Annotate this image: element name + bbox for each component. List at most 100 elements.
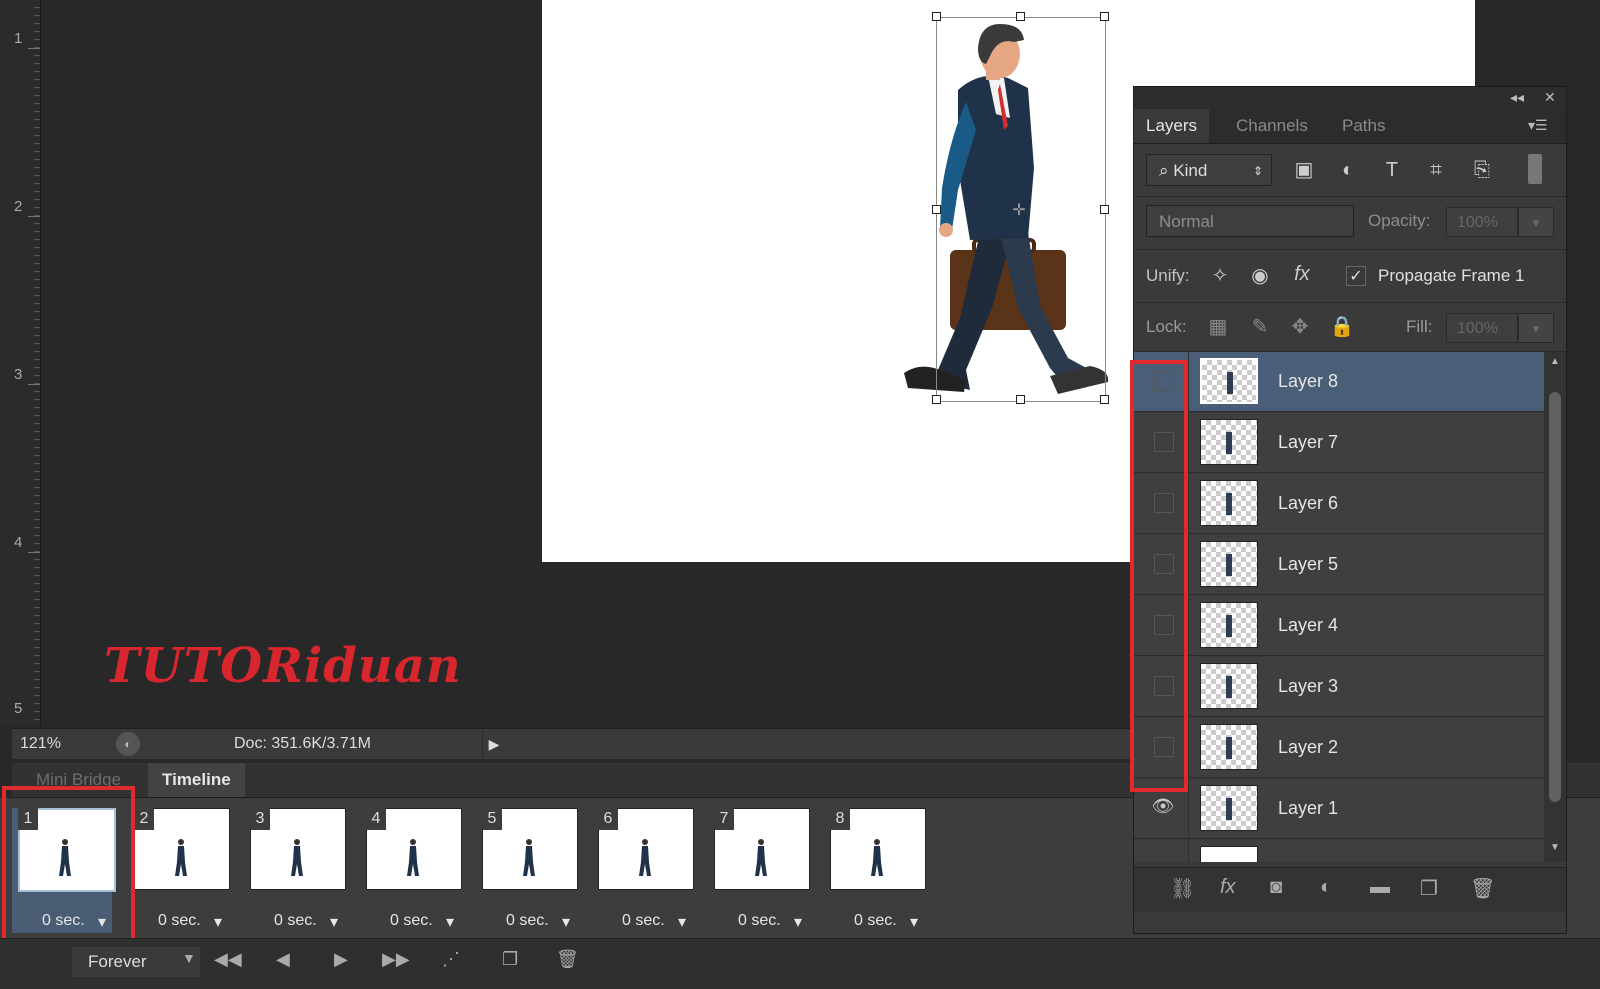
transform-handle[interactable] xyxy=(932,205,941,214)
layer-mask-icon[interactable]: ◙ xyxy=(1270,876,1282,899)
unify-position-icon[interactable]: ✧ xyxy=(1206,262,1234,290)
layer-row[interactable]: Layer 7 xyxy=(1134,413,1544,473)
opacity-label: Opacity: xyxy=(1368,211,1431,230)
smart-object-filter-icon[interactable]: ⎘ xyxy=(1468,156,1496,184)
layer-row[interactable]: 👁 Layer 1 xyxy=(1134,779,1544,839)
frame-delay-dropdown-icon[interactable]: ▾ xyxy=(910,912,918,932)
adjustment-layer-filter-icon[interactable]: ◐ xyxy=(1334,156,1362,184)
play-icon[interactable]: ▶ xyxy=(334,949,348,970)
layer-thumbnail xyxy=(1200,663,1258,709)
frame-delay[interactable]: 0 sec. xyxy=(738,912,781,930)
eye-icon[interactable]: 👁 xyxy=(1150,793,1176,819)
zoom-icon[interactable]: ◐ xyxy=(116,732,140,756)
opacity-dropdown-icon[interactable]: ▼ xyxy=(1518,207,1554,237)
timeline-frame[interactable]: 4 0 sec. ▾ xyxy=(360,808,462,933)
panel-menu-icon[interactable]: ▾☰ xyxy=(1528,117,1548,134)
timeline-frame[interactable]: 8 0 sec. ▾ xyxy=(824,808,926,933)
timeline-frame[interactable]: 7 0 sec. ▾ xyxy=(708,808,810,933)
frame-delay-dropdown-icon[interactable]: ▾ xyxy=(330,912,338,932)
frame-delay[interactable]: 0 sec. xyxy=(274,912,317,930)
frame-delay[interactable]: 0 sec. xyxy=(622,912,665,930)
transform-handle[interactable] xyxy=(1100,12,1109,21)
layer-row[interactable]: Layer 5 xyxy=(1134,535,1544,595)
tab-timeline[interactable]: Timeline xyxy=(148,763,245,797)
transform-handle[interactable] xyxy=(1100,395,1109,404)
frame-number: 7 xyxy=(714,808,734,830)
transform-handle[interactable] xyxy=(932,395,941,404)
unify-style-icon[interactable]: fx xyxy=(1288,260,1316,288)
frame-delay[interactable]: 0 sec. xyxy=(390,912,433,930)
propagate-checkbox[interactable]: ✓ xyxy=(1346,266,1366,286)
close-panel-icon[interactable]: ✕ xyxy=(1544,89,1556,106)
layer-row[interactable] xyxy=(1134,840,1544,862)
layer-row[interactable]: Layer 3 xyxy=(1134,657,1544,717)
adjustment-layer-icon[interactable]: ◐ xyxy=(1320,876,1332,899)
previous-frame-icon[interactable]: ◀ xyxy=(276,949,290,970)
frame-delay-dropdown-icon[interactable]: ▾ xyxy=(446,912,454,932)
delete-layer-icon[interactable]: 🗑 xyxy=(1470,876,1495,901)
tab-channels[interactable]: Channels xyxy=(1224,109,1320,143)
shape-layer-filter-icon[interactable]: ⌗ xyxy=(1422,156,1450,184)
frame-delay-dropdown-icon[interactable]: ▾ xyxy=(214,912,222,932)
delete-frame-icon[interactable]: 🗑 xyxy=(556,949,579,970)
first-frame-icon[interactable]: ◀◀ xyxy=(214,949,242,970)
loop-dropdown-icon[interactable]: ▼ xyxy=(182,950,196,966)
transform-handle[interactable] xyxy=(1100,205,1109,214)
type-layer-filter-icon[interactable]: T xyxy=(1378,156,1406,184)
lock-row: Lock: ▦ ✎ ✥ 🔒 Fill: 100% ▼ xyxy=(1134,303,1566,352)
transform-handle[interactable] xyxy=(1016,12,1025,21)
layer-row[interactable]: Layer 8 xyxy=(1134,352,1544,412)
timeline-frame[interactable]: 5 0 sec. ▾ xyxy=(476,808,578,933)
lock-all-icon[interactable]: 🔒 xyxy=(1328,313,1356,341)
layer-row[interactable]: Layer 6 xyxy=(1134,474,1544,534)
frame-figure-icon xyxy=(175,839,187,876)
transform-handle[interactable] xyxy=(1016,395,1025,404)
tab-layers[interactable]: Layers xyxy=(1134,109,1210,143)
unify-visibility-icon[interactable]: ◉ xyxy=(1246,262,1274,290)
scroll-down-icon[interactable]: ▼ xyxy=(1544,842,1566,853)
kind-filter-select[interactable]: ⌕ Kind ⇕ xyxy=(1146,154,1272,186)
pixel-layer-filter-icon[interactable]: ▣ xyxy=(1290,156,1318,184)
ruler-mark: 5 xyxy=(14,700,23,717)
new-group-folder-icon[interactable]: ▬ xyxy=(1370,876,1390,899)
frame-delay[interactable]: 0 sec. xyxy=(854,912,897,930)
frame-delay-dropdown-icon[interactable]: ▾ xyxy=(562,912,570,932)
visibility-highlight-box xyxy=(1130,360,1188,792)
layer-row[interactable]: Layer 4 xyxy=(1134,596,1544,656)
transform-handle[interactable] xyxy=(932,12,941,21)
tab-paths[interactable]: Paths xyxy=(1330,109,1397,143)
unify-row: Unify: ✧ ◉ fx ✓ Propagate Frame 1 xyxy=(1134,250,1566,303)
layers-scrollbar[interactable]: ▲ ▼ xyxy=(1544,352,1566,862)
status-menu-arrow-icon[interactable]: ▶ xyxy=(482,731,505,757)
layer-thumbnail xyxy=(1200,480,1258,526)
new-layer-icon[interactable]: ❐ xyxy=(1420,876,1438,901)
opacity-input[interactable]: 100% xyxy=(1446,207,1518,237)
link-layers-icon[interactable]: ⛓ xyxy=(1170,876,1195,901)
frame-delay[interactable]: 0 sec. xyxy=(158,912,201,930)
tween-icon[interactable]: ⋰ xyxy=(442,949,460,970)
propagate-label: Propagate Frame 1 xyxy=(1378,266,1525,285)
loop-select[interactable]: Forever xyxy=(72,947,200,977)
layer-style-fx-icon[interactable]: fx xyxy=(1220,876,1236,899)
timeline-frame[interactable]: 6 0 sec. ▾ xyxy=(592,808,694,933)
fill-dropdown-icon[interactable]: ▼ xyxy=(1518,313,1554,343)
collapse-panel-icon[interactable]: ◂◂ xyxy=(1510,89,1524,106)
scroll-up-icon[interactable]: ▲ xyxy=(1544,356,1566,367)
lock-transparent-icon[interactable]: ▦ xyxy=(1204,313,1232,341)
filter-toggle[interactable] xyxy=(1528,154,1542,184)
timeline-frame[interactable]: 2 0 sec. ▾ xyxy=(128,808,230,933)
timeline-frame[interactable]: 3 0 sec. ▾ xyxy=(244,808,346,933)
frame-delay-dropdown-icon[interactable]: ▾ xyxy=(794,912,802,932)
blend-mode-select[interactable]: Normal xyxy=(1146,205,1354,237)
frame-delay[interactable]: 0 sec. xyxy=(506,912,549,930)
fill-input[interactable]: 100% xyxy=(1446,313,1518,343)
layer-name: Layer 8 xyxy=(1278,371,1339,391)
duplicate-frame-icon[interactable]: ❐ xyxy=(502,949,518,970)
lock-image-brush-icon[interactable]: ✎ xyxy=(1246,313,1274,341)
frame-delay-dropdown-icon[interactable]: ▾ xyxy=(678,912,686,932)
zoom-level[interactable]: 121% xyxy=(20,735,61,753)
scrollbar-thumb[interactable] xyxy=(1549,392,1561,802)
layer-row[interactable]: Layer 2 xyxy=(1134,718,1544,778)
lock-position-move-icon[interactable]: ✥ xyxy=(1286,313,1314,341)
next-frame-icon[interactable]: ▶▶ xyxy=(382,949,410,970)
